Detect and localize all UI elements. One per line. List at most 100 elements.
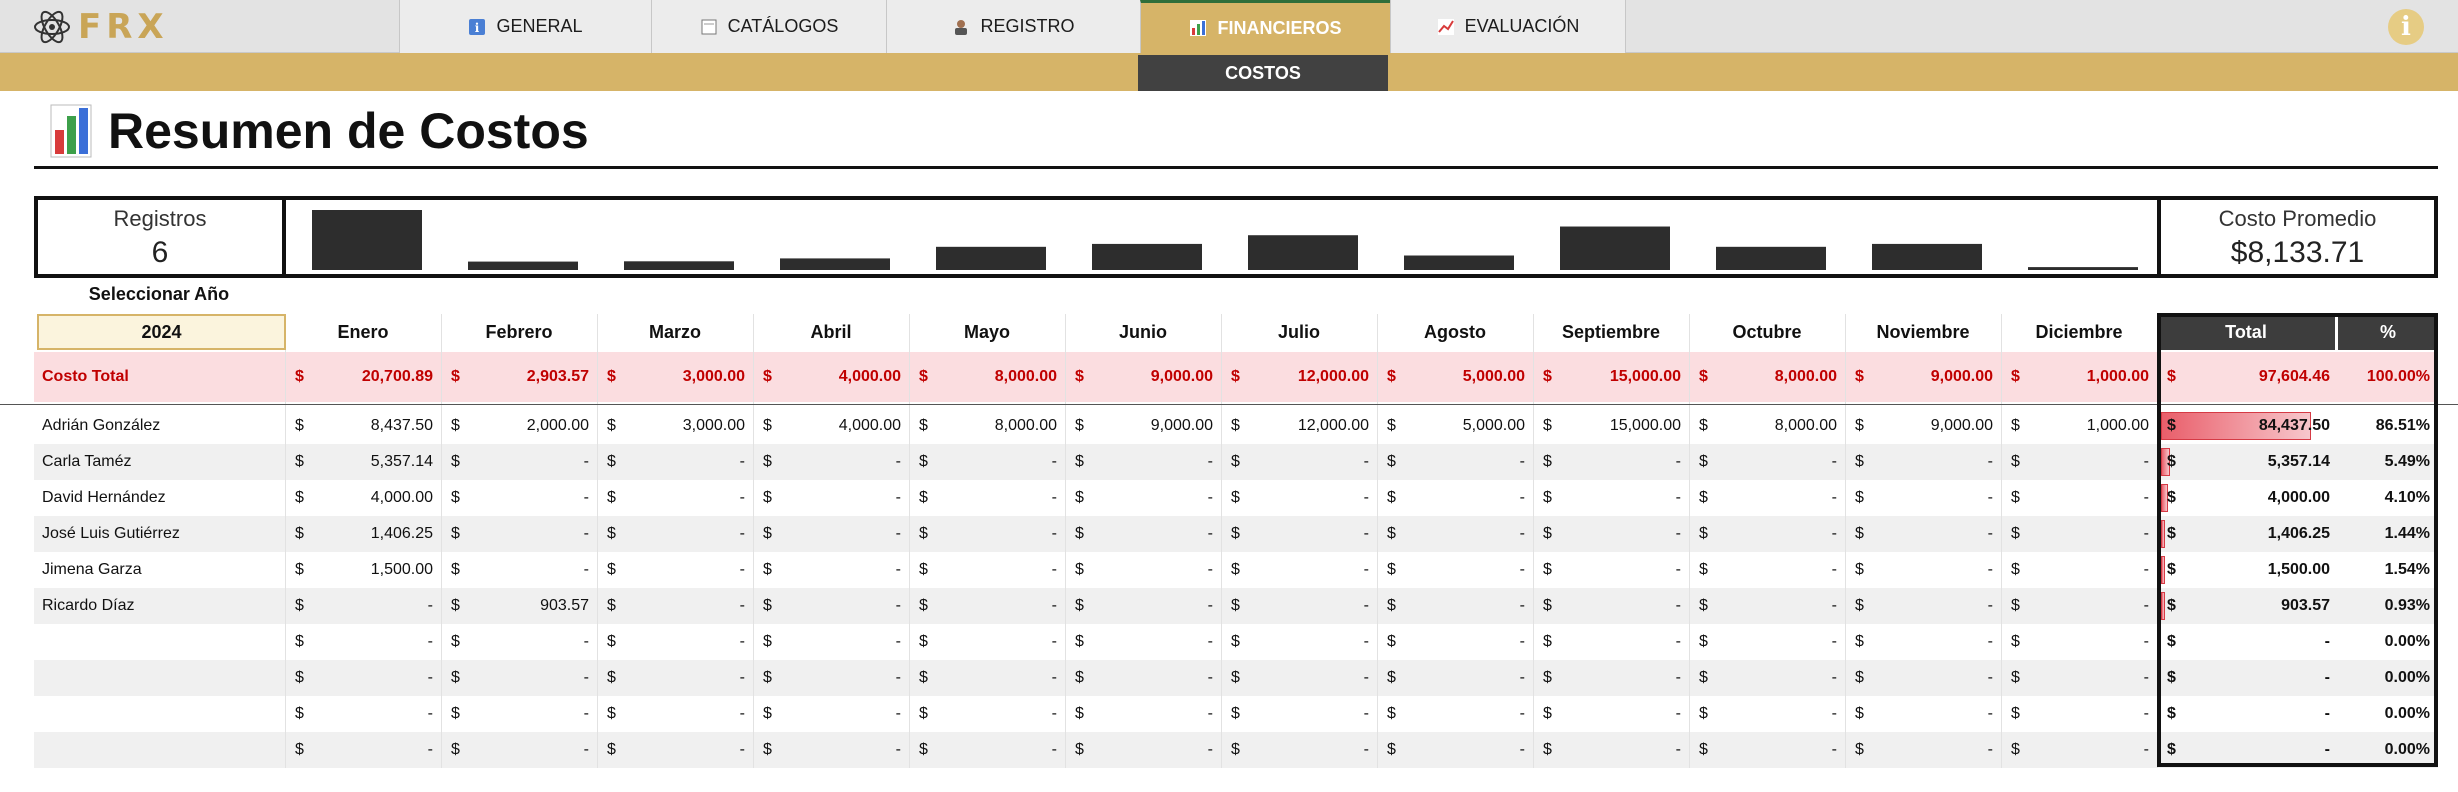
- amount: 97,604.46: [2258, 368, 2330, 385]
- amount: 5,357.14: [2267, 453, 2330, 470]
- total-mayo: $8,000.00: [909, 352, 1065, 402]
- currency-symbol: $: [1543, 741, 1552, 758]
- currency-symbol: $: [1855, 417, 1864, 434]
- currency-symbol: $: [1699, 705, 1708, 722]
- amount: 9,000.00: [1930, 368, 1993, 385]
- currency-symbol: $: [1387, 633, 1396, 650]
- amount: -: [1675, 453, 1681, 470]
- currency-symbol: $: [919, 368, 928, 385]
- currency-symbol: $: [1387, 368, 1396, 385]
- tab-evaluacion[interactable]: EVALUACIÓN: [1390, 0, 1626, 53]
- currency-symbol: $: [2011, 561, 2020, 578]
- subtab-costos[interactable]: COSTOS: [1138, 55, 1388, 91]
- amount: -: [895, 561, 901, 578]
- currency-symbol: $: [1543, 561, 1552, 578]
- table-row: Jimena Garza $1,500.00 $ - $ - $ - $ - $ - $ - $ - $ - $ - $…: [34, 552, 2438, 588]
- cell-agosto: $ -: [1377, 480, 1533, 516]
- amount: -: [1675, 489, 1681, 506]
- cell-mayo: $ -: [909, 624, 1065, 660]
- amount: -: [1831, 741, 1837, 758]
- info-button[interactable]: i: [2388, 9, 2424, 45]
- amount: -: [1987, 669, 1993, 686]
- currency-symbol: $: [1075, 561, 1084, 578]
- currency-symbol: $: [1855, 705, 1864, 722]
- logo-text: FRX: [78, 7, 169, 47]
- table-row: $ - $ - $ - $ - $ - $ - $ - $ - $ - $ - $ - $ - $ -0.00%: [34, 624, 2438, 660]
- cell-mayo: $ -: [909, 696, 1065, 732]
- cell-enero: $ -: [285, 732, 441, 768]
- currency-symbol: $: [763, 368, 772, 385]
- tab-label: CATÁLOGOS: [727, 16, 839, 36]
- tab-registro[interactable]: REGISTRO: [886, 0, 1140, 53]
- currency-symbol: $: [1855, 597, 1864, 614]
- cell-mayo: $ -: [909, 588, 1065, 624]
- amount: 8,000.00: [1774, 417, 1837, 434]
- cell-marzo: $ -: [597, 552, 753, 588]
- header-enero: Enero: [337, 322, 389, 342]
- amount: -: [1207, 489, 1213, 506]
- cell-septiembre: $ -: [1533, 660, 1689, 696]
- amount: 12,000.00: [1297, 417, 1369, 434]
- cell-julio: $ -: [1221, 552, 1377, 588]
- column-separator: [2001, 314, 2002, 768]
- amount: -: [1051, 597, 1057, 614]
- cell-agosto: $ -: [1377, 624, 1533, 660]
- cell-enero: $ -: [285, 624, 441, 660]
- records-value: 6: [151, 236, 169, 269]
- amount: -: [1987, 705, 1993, 722]
- currency-symbol: $: [1699, 368, 1708, 385]
- currency-symbol: $: [1231, 525, 1240, 542]
- person-name: Ricardo Díaz: [42, 597, 135, 614]
- tab-catalogos[interactable]: CATÁLOGOS: [651, 0, 886, 53]
- amount: -: [1831, 453, 1837, 470]
- amount: 903.57: [540, 597, 589, 614]
- bar-octubre: [1716, 246, 1826, 270]
- title-divider: [34, 166, 2438, 169]
- tab-label: EVALUACIÓN: [1464, 16, 1580, 36]
- total-grand: $97,604.46: [2157, 352, 2338, 402]
- column-separator: [1065, 314, 1066, 768]
- cell-mayo: $ -: [909, 516, 1065, 552]
- currency-symbol: $: [919, 705, 928, 722]
- tab-financieros[interactable]: FINANCIEROS: [1140, 0, 1390, 53]
- amount: 12,000.00: [1297, 368, 1369, 385]
- amount: -: [427, 633, 433, 650]
- bar-enero: [312, 210, 422, 270]
- tab-label: REGISTRO: [980, 16, 1075, 36]
- cell-julio: $ -: [1221, 516, 1377, 552]
- amount: -: [1675, 597, 1681, 614]
- amount: -: [1519, 453, 1525, 470]
- cell-febrero: $ -: [441, 732, 597, 768]
- cell-abril: $ -: [753, 444, 909, 480]
- cell-noviembre: $ -: [1845, 588, 2001, 624]
- cell-diciembre: $ -: [2001, 588, 2157, 624]
- amount: -: [1519, 525, 1525, 542]
- amount: 4,000.00: [370, 489, 433, 506]
- cell-septiembre: $ -: [1533, 696, 1689, 732]
- cell-febrero: $ -: [441, 660, 597, 696]
- amount: -: [1363, 489, 1369, 506]
- column-separator: [285, 314, 286, 768]
- currency-symbol: $: [1387, 705, 1396, 722]
- tab-label: FINANCIEROS: [1217, 17, 1342, 38]
- cell-marzo: $ -: [597, 588, 753, 624]
- tab-general[interactable]: i GENERAL: [399, 0, 651, 53]
- bar-abril: [780, 258, 890, 270]
- cell-noviembre: $ -: [1845, 480, 2001, 516]
- total-pct: 100.00%: [2366, 368, 2430, 385]
- cell-octubre: $ -: [1689, 696, 1845, 732]
- amount: -: [1519, 741, 1525, 758]
- currency-symbol: $: [1543, 489, 1552, 506]
- year-select-input[interactable]: 2024: [37, 314, 286, 350]
- currency-symbol: $: [2011, 597, 2020, 614]
- app-logo[interactable]: FRX: [32, 2, 169, 52]
- cell-junio: $ -: [1065, 660, 1221, 696]
- amount: -: [1363, 669, 1369, 686]
- cell-junio: $ -: [1065, 516, 1221, 552]
- table-divider: [0, 404, 2458, 405]
- row-pct: 86.51%: [2375, 417, 2430, 434]
- currency-symbol: $: [1075, 741, 1084, 758]
- currency-symbol: $: [451, 633, 460, 650]
- currency-symbol: $: [919, 741, 928, 758]
- cell-diciembre: $ -: [2001, 696, 2157, 732]
